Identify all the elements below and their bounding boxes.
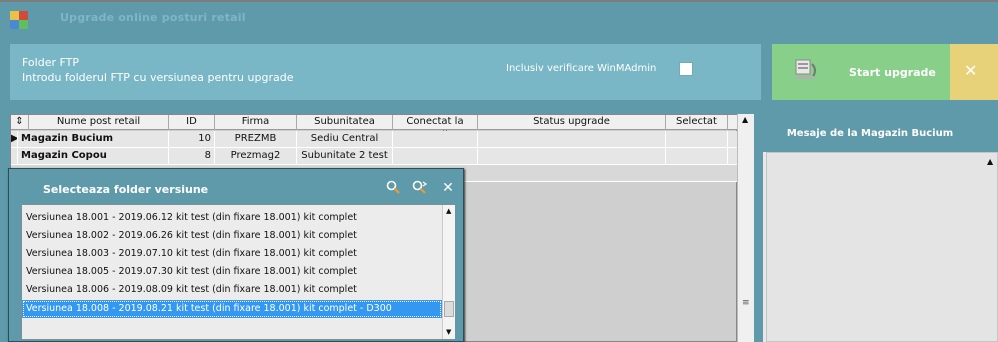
upgrade-window: Upgrade online posturi retail Folder FTP… bbox=[0, 0, 998, 342]
cell-firma: PREZMB bbox=[215, 131, 297, 147]
close-button[interactable]: ✕ bbox=[950, 44, 998, 100]
grid-scrollbar[interactable]: ▲ ≡ bbox=[737, 114, 754, 342]
scroll-down-icon[interactable]: ▼ bbox=[446, 328, 451, 336]
cell-conectat bbox=[393, 148, 478, 164]
window-title: Upgrade online posturi retail bbox=[60, 11, 246, 24]
search-next-icon[interactable] bbox=[411, 180, 429, 196]
popup-title: Selecteaza folder versiune bbox=[43, 183, 209, 196]
cell-conectat bbox=[393, 131, 478, 147]
scroll-thumb[interactable] bbox=[444, 301, 454, 317]
row-marker bbox=[11, 148, 18, 164]
scroll-up-icon[interactable]: ▲ bbox=[742, 115, 748, 124]
select-version-popup: Selecteaza folder versiune ✕ Versiunea 1… bbox=[8, 168, 464, 342]
table-row[interactable]: Magazin Copou 8 Prezmag2 Subunitate 2 te… bbox=[11, 148, 738, 165]
scroll-grip-icon[interactable]: ≡ bbox=[742, 298, 750, 308]
cell-subunitate: Subunitate 2 test bbox=[297, 148, 393, 164]
cell-nume: Magazin Copou bbox=[18, 148, 169, 164]
start-upgrade-label: Start upgrade bbox=[849, 66, 936, 79]
cell-id: 10 bbox=[169, 131, 215, 147]
ftp-folder-title: Folder FTP bbox=[22, 56, 79, 69]
cell-selectat[interactable] bbox=[666, 148, 728, 164]
cell-firma: Prezmag2 bbox=[215, 148, 297, 164]
winmadmin-label: Inclusiv verificare WinMAdmin bbox=[506, 63, 657, 74]
title-bar: Upgrade online posturi retail bbox=[0, 2, 998, 38]
list-item[interactable]: Versiunea 18.003 - 2019.07.10 kit test (… bbox=[22, 245, 442, 263]
upgrade-icon bbox=[795, 59, 816, 79]
col-header-subunitate[interactable]: Subunitatea bbox=[297, 115, 393, 130]
scroll-up-icon[interactable]: ▲ bbox=[446, 207, 451, 215]
search-icon[interactable] bbox=[384, 180, 402, 196]
cell-status bbox=[478, 131, 666, 147]
col-header-conectat[interactable]: Conectat la retail bbox=[393, 115, 478, 141]
cell-selectat[interactable] bbox=[666, 131, 728, 147]
col-header-status[interactable]: Status upgrade bbox=[478, 115, 666, 130]
cell-nume: Magazin Bucium bbox=[18, 131, 169, 147]
table-row[interactable]: ▶ Magazin Bucium 10 PREZMB Sediu Central bbox=[11, 131, 738, 148]
messages-body[interactable]: ▲ bbox=[766, 152, 998, 342]
col-header-id[interactable]: ID bbox=[169, 115, 215, 130]
col-header-selectat[interactable]: Selectat bbox=[666, 115, 728, 130]
popup-close-icon[interactable]: ✕ bbox=[439, 180, 457, 196]
cell-id: 8 bbox=[169, 148, 215, 164]
version-list-scrollbar[interactable]: ▲ ▼ bbox=[442, 205, 455, 339]
close-icon: ✕ bbox=[964, 61, 978, 80]
cell-subunitate: Sediu Central bbox=[297, 131, 393, 147]
messages-header: Mesaje de la Magazin Bucium bbox=[763, 114, 998, 152]
messages-panel: Mesaje de la Magazin Bucium ▲ bbox=[763, 114, 998, 342]
col-header-firma[interactable]: Firma bbox=[215, 115, 297, 130]
row-marker: ▶ bbox=[11, 131, 18, 147]
list-item-selected[interactable]: Versiunea 18.008 - 2019.08.21 kit test (… bbox=[22, 300, 442, 318]
messages-title: Mesaje de la Magazin Bucium bbox=[786, 128, 954, 139]
ftp-folder-hint: Introdu folderul FTP cu versiunea pentru… bbox=[22, 71, 294, 84]
grid-header: ⇕ Nume post retail ID Firma Subunitatea … bbox=[11, 115, 738, 141]
app-logo-icon bbox=[10, 11, 28, 29]
sort-icon[interactable]: ⇕ bbox=[11, 115, 29, 130]
messages-scroll-up-icon[interactable]: ▲ bbox=[987, 157, 993, 166]
cell-status bbox=[478, 148, 666, 164]
col-header-nume[interactable]: Nume post retail bbox=[29, 115, 169, 130]
winmadmin-checkbox[interactable] bbox=[679, 62, 693, 76]
start-upgrade-button[interactable]: Start upgrade bbox=[772, 44, 950, 100]
list-item[interactable]: Versiunea 18.006 - 2019.08.09 kit test (… bbox=[22, 281, 442, 299]
list-item[interactable]: Versiunea 18.005 - 2019.07.30 kit test (… bbox=[22, 263, 442, 281]
list-item[interactable]: Versiunea 18.002 - 2019.06.26 kit test (… bbox=[22, 227, 442, 245]
list-item[interactable]: Versiunea 18.001 - 2019.06.12 kit test (… bbox=[22, 209, 442, 227]
version-list[interactable]: Versiunea 18.001 - 2019.06.12 kit test (… bbox=[21, 204, 455, 340]
